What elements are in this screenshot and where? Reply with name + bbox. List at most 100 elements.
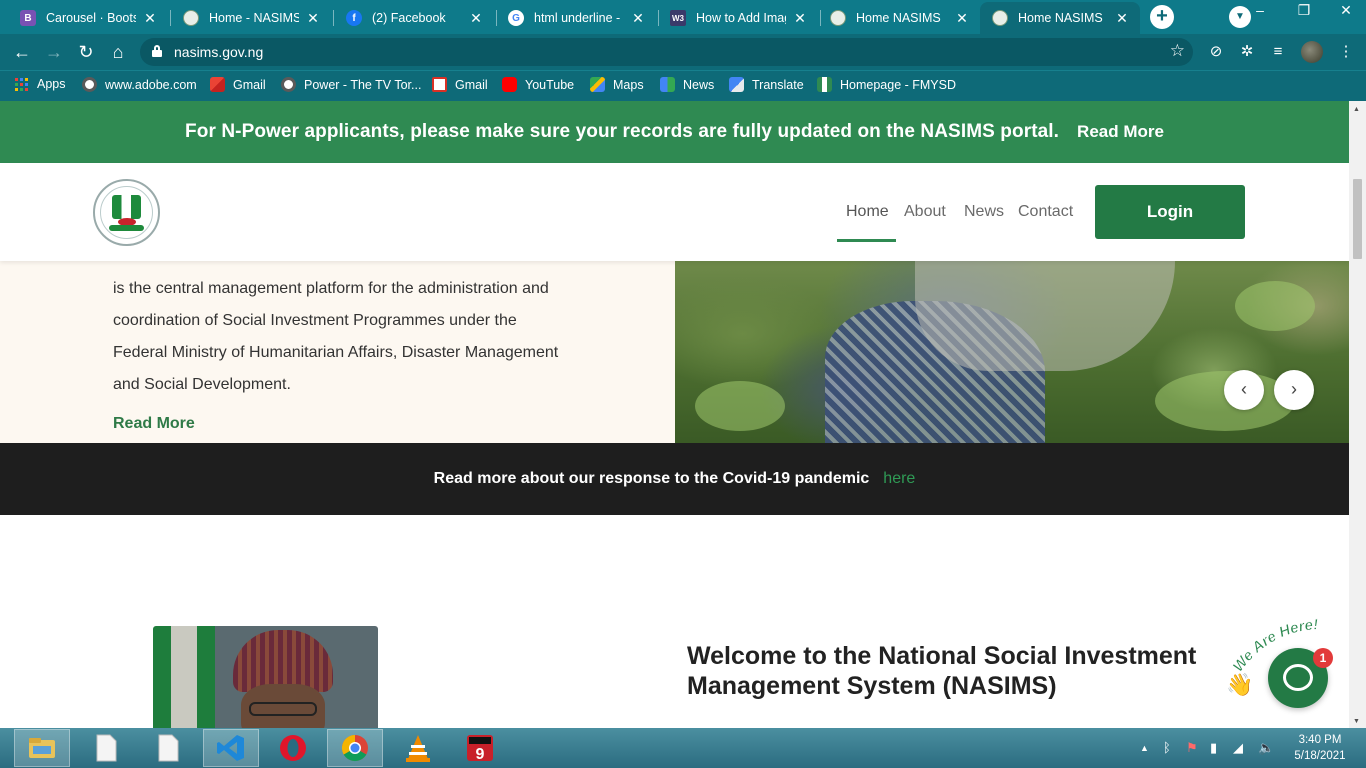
close-tab-icon[interactable]: ✕ bbox=[954, 10, 970, 27]
media-queue-icon[interactable]: ≡ bbox=[1268, 42, 1288, 62]
nav-contact[interactable]: Contact bbox=[1018, 203, 1073, 221]
battery-icon[interactable]: ▮ bbox=[1210, 740, 1217, 756]
carousel-next-button[interactable]: › bbox=[1274, 370, 1314, 410]
login-button[interactable]: Login bbox=[1095, 185, 1245, 239]
nasims-logo[interactable] bbox=[93, 179, 160, 246]
page-scrollbar[interactable]: ▲ ▼ bbox=[1349, 101, 1366, 728]
bookmark-fmysd[interactable]: Homepage - FMYSD bbox=[817, 77, 956, 92]
announcement-read-more-link[interactable]: Read More bbox=[1077, 122, 1164, 142]
vscode-icon[interactable] bbox=[203, 729, 259, 767]
bookmark-adobe[interactable]: www.adobe.com bbox=[82, 77, 197, 92]
youtube-icon bbox=[502, 77, 517, 92]
bookmark-label: YouTube bbox=[525, 77, 575, 92]
announcement-text: For N-Power applicants, please make sure… bbox=[185, 121, 1060, 142]
president-portrait bbox=[153, 626, 378, 728]
we9-icon[interactable]: 9 bbox=[452, 729, 508, 767]
maximize-icon[interactable]: ❐ bbox=[1284, 0, 1324, 22]
carousel-prev-button[interactable]: ‹ bbox=[1224, 370, 1264, 410]
close-tab-icon[interactable]: ✕ bbox=[468, 10, 484, 27]
bookmark-news[interactable]: News bbox=[660, 77, 714, 92]
tab-home-nasims-active[interactable]: Home NASIMS ✕ bbox=[980, 2, 1140, 34]
back-icon[interactable]: ← bbox=[10, 40, 34, 64]
extensions-puzzle-icon[interactable]: ✲ bbox=[1237, 42, 1257, 62]
bookmark-label: www.adobe.com bbox=[105, 77, 197, 92]
wifi-signal-icon[interactable]: ◢ bbox=[1233, 740, 1243, 756]
tab-google-search[interactable]: G html underline - Google ✕ bbox=[496, 2, 656, 34]
home-icon[interactable]: ⌂ bbox=[106, 40, 130, 64]
tab-home-nasims[interactable]: Home - NASIMS ✕ bbox=[171, 2, 331, 34]
w3-icon: W3 bbox=[670, 10, 686, 26]
hero-read-more-link[interactable]: Read More bbox=[113, 415, 195, 433]
profile-avatar[interactable] bbox=[1301, 41, 1323, 63]
tab-title: How to Add Image bbox=[696, 11, 786, 25]
nav-about[interactable]: About bbox=[904, 203, 946, 221]
scrollbar-thumb[interactable] bbox=[1353, 179, 1362, 259]
tab-facebook[interactable]: f (2) Facebook ✕ bbox=[334, 2, 494, 34]
forward-icon[interactable]: → bbox=[42, 40, 66, 64]
bookmarks-bar: Apps www.adobe.com Gmail Power - The TV … bbox=[0, 70, 1366, 101]
news-icon bbox=[660, 77, 675, 92]
globe-icon bbox=[82, 77, 97, 92]
address-bar[interactable]: nasims.gov.ng ☆ bbox=[140, 38, 1193, 66]
scroll-down-icon[interactable]: ▼ bbox=[1353, 718, 1360, 725]
web-page: For N-Power applicants, please make sure… bbox=[0, 101, 1349, 728]
covid-here-link[interactable]: here bbox=[883, 470, 915, 488]
opera-icon[interactable] bbox=[265, 729, 321, 767]
system-clock[interactable]: 3:40 PM 5/18/2021 bbox=[1285, 732, 1355, 764]
close-tab-icon[interactable]: ✕ bbox=[630, 10, 646, 27]
bookmark-translate[interactable]: Translate bbox=[729, 77, 804, 92]
tab-title: Home - NASIMS bbox=[209, 11, 299, 25]
bookmark-apps[interactable]: Apps bbox=[15, 77, 66, 91]
we-are-here-text: We Are Here! bbox=[1229, 618, 1319, 676]
vlc-icon[interactable] bbox=[390, 729, 446, 767]
bookmark-power-tv[interactable]: Power - The TV Tor... bbox=[281, 77, 421, 92]
nasims-favicon bbox=[830, 10, 846, 26]
flag-alert-icon[interactable]: ⚑ bbox=[1186, 740, 1198, 756]
clock-time: 3:40 PM bbox=[1298, 734, 1342, 746]
bookmark-star-icon[interactable]: ☆ bbox=[1170, 41, 1185, 61]
bookmark-label: News bbox=[683, 77, 715, 92]
tab-how-to-add-image[interactable]: W3 How to Add Image ✕ bbox=[658, 2, 818, 34]
nav-home[interactable]: Home bbox=[846, 203, 889, 221]
waving-hand-icon: 👋 bbox=[1226, 672, 1254, 697]
document-icon[interactable] bbox=[78, 729, 134, 767]
chrome-icon[interactable] bbox=[327, 729, 383, 767]
minimize-icon[interactable]: – bbox=[1240, 0, 1280, 22]
reload-icon[interactable]: ↻ bbox=[74, 40, 98, 64]
scroll-up-icon[interactable]: ▲ bbox=[1353, 106, 1360, 113]
bluetooth-icon[interactable]: ᛒ bbox=[1163, 740, 1171, 755]
globe-icon bbox=[281, 77, 296, 92]
bookmark-gmail-2[interactable]: Gmail bbox=[432, 77, 488, 92]
announcement-bar: For N-Power applicants, please make sure… bbox=[0, 101, 1349, 163]
close-tab-icon[interactable]: ✕ bbox=[1114, 10, 1130, 27]
file-explorer-icon[interactable] bbox=[14, 729, 70, 767]
windows-taskbar: 9 ▲ ᛒ ⚑ ▮ ◢ 🔈 3:40 PM 5/18/2021 bbox=[0, 728, 1366, 768]
tab-home-nasims-2[interactable]: Home NASIMS ✕ bbox=[818, 2, 980, 34]
url-text[interactable]: nasims.gov.ng bbox=[174, 44, 263, 60]
close-tab-icon[interactable]: ✕ bbox=[792, 10, 808, 27]
show-hidden-icons[interactable]: ▲ bbox=[1140, 743, 1149, 753]
new-tab-button[interactable]: + bbox=[1150, 5, 1174, 29]
tab-carousel-bootstrap[interactable]: B Carousel · Bootstrap ✕ bbox=[8, 2, 168, 34]
svg-text:We Are Here!: We Are Here! bbox=[1230, 618, 1319, 675]
close-tab-icon[interactable]: ✕ bbox=[142, 10, 158, 27]
fmysd-icon bbox=[817, 77, 832, 92]
bookmark-maps[interactable]: Maps bbox=[590, 77, 644, 92]
document-icon[interactable] bbox=[140, 729, 196, 767]
maps-icon bbox=[590, 77, 605, 92]
bookmark-youtube[interactable]: YouTube bbox=[502, 77, 574, 92]
bookmark-gmail[interactable]: Gmail bbox=[210, 77, 266, 92]
close-tab-icon[interactable]: ✕ bbox=[305, 10, 321, 27]
lock-icon bbox=[152, 45, 162, 57]
facebook-icon: f bbox=[346, 10, 362, 26]
tab-title: Carousel · Bootstrap bbox=[46, 11, 136, 25]
svg-text:9: 9 bbox=[476, 746, 485, 763]
menu-kebab-icon[interactable]: ⋮ bbox=[1336, 42, 1356, 62]
bookmark-label: Maps bbox=[613, 77, 644, 92]
clock-date: 5/18/2021 bbox=[1294, 750, 1346, 762]
close-window-icon[interactable]: ✕ bbox=[1326, 0, 1366, 22]
volume-icon[interactable]: 🔈 bbox=[1258, 740, 1274, 756]
nav-news[interactable]: News bbox=[964, 203, 1004, 221]
active-nav-indicator bbox=[837, 239, 896, 242]
blocker-extension-icon[interactable]: ⊘ bbox=[1206, 42, 1226, 62]
